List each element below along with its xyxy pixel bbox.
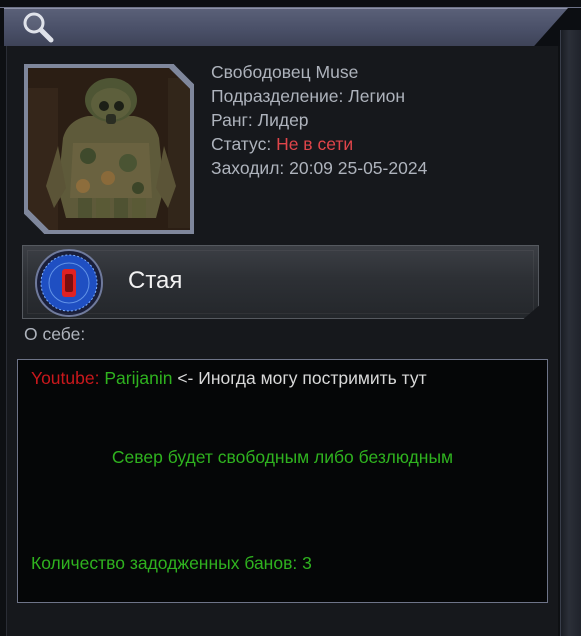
clan-banner[interactable]: Стая	[22, 245, 539, 319]
bans-line: Количество задодженных банов: 3	[31, 553, 312, 573]
profile-info: Свободовец Muse Подразделение: Легион Ра…	[211, 60, 427, 180]
player-division: Подразделение: Легион	[211, 86, 406, 106]
about-label: О себе:	[24, 324, 86, 344]
header	[0, 0, 581, 46]
motto-line: Север будет свободным либо безлюдным	[111, 447, 454, 467]
search-icon[interactable]	[20, 10, 56, 44]
player-name: Свободовец Muse	[211, 62, 359, 82]
player-status: Статус: Не в сети	[211, 132, 427, 156]
youtube-note: <- Иногда могу постримить тут	[177, 368, 427, 388]
youtube-line: Youtube: Parijanin <- Иногда могу постри…	[31, 368, 427, 389]
player-rank: Ранг: Лидер	[211, 110, 309, 130]
status-label: Статус:	[211, 134, 272, 154]
youtube-channel: Parijanin	[104, 368, 173, 388]
header-bar	[4, 8, 568, 46]
header-line	[0, 7, 581, 8]
avatar	[24, 64, 194, 234]
clan-emblem-icon	[35, 249, 103, 317]
clan-name: Стая	[128, 267, 183, 294]
youtube-label: Youtube:	[31, 368, 100, 388]
right-edge-strip	[560, 30, 581, 636]
avatar-image	[28, 68, 190, 230]
last-seen: Заходил: 20:09 25-05-2024	[211, 158, 428, 178]
status-value: Не в сети	[276, 134, 354, 154]
about-text-box: Youtube: Parijanin <- Иногда могу постри…	[17, 359, 548, 603]
